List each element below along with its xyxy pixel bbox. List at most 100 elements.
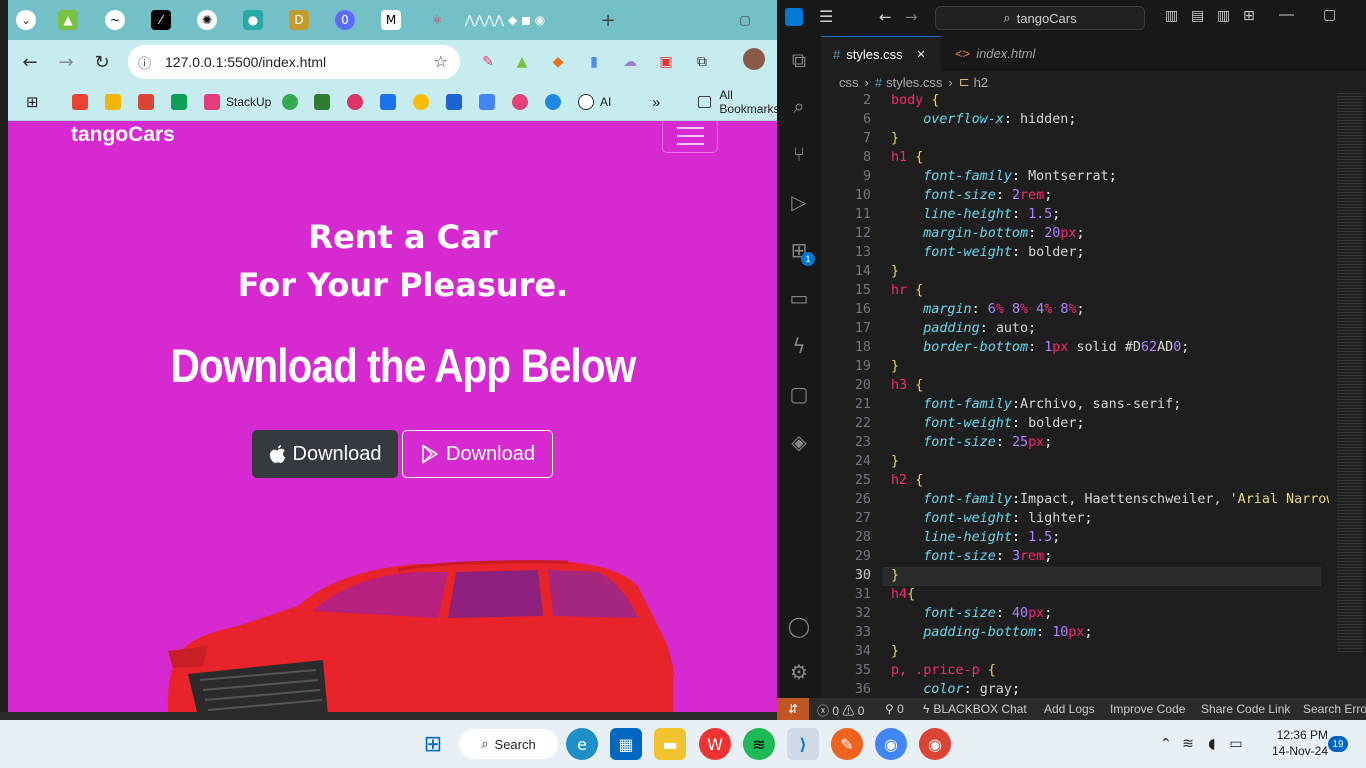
code-line[interactable]: line-height: 1.5; bbox=[891, 207, 1060, 222]
tab-index-html[interactable]: <> index.html bbox=[943, 36, 1067, 71]
code-editor[interactable]: 2 body {6 overflow-x: hidden; 7} 8 h1 {9 fon… bbox=[821, 93, 1335, 698]
file-explorer-icon[interactable]: ▬ bbox=[654, 728, 686, 760]
bookmark-ai[interactable]: AI bbox=[578, 92, 611, 112]
code-line[interactable]: } bbox=[891, 359, 899, 374]
code-line[interactable]: font-family: Montserrat; bbox=[891, 169, 1117, 184]
minimize-icon[interactable]: — bbox=[1279, 6, 1294, 23]
run-debug-icon[interactable]: ▷ bbox=[787, 190, 811, 214]
extension-icon-5[interactable]: ☁ bbox=[616, 48, 644, 76]
code-line[interactable]: } bbox=[891, 568, 899, 583]
accounts-icon[interactable]: ◯ bbox=[787, 614, 811, 638]
code-line[interactable]: } bbox=[891, 264, 899, 279]
code-line[interactable]: font-family:Impact, Haettenschweiler, 'A… bbox=[891, 492, 1334, 507]
layout-icon[interactable]: ⊞ bbox=[1243, 8, 1255, 24]
site-brand[interactable]: tangoCars bbox=[71, 123, 175, 147]
site-info-icon[interactable]: ⓘ bbox=[138, 53, 151, 72]
tab-chatgpt-icon[interactable]: ✺ bbox=[197, 10, 217, 30]
code-line[interactable]: overflow-x: hidden; bbox=[891, 112, 1076, 127]
reload-button[interactable]: ↻ bbox=[88, 48, 116, 76]
remote-indicator-icon[interactable]: ⇵ bbox=[777, 698, 809, 720]
code-line[interactable]: font-size: 40px; bbox=[891, 606, 1052, 621]
bookmark-9[interactable] bbox=[380, 92, 402, 112]
extension-icon-2[interactable]: ▲ bbox=[508, 48, 536, 76]
bookmark-2[interactable] bbox=[105, 92, 127, 112]
code-line[interactable]: h1 { bbox=[891, 150, 923, 165]
breadcrumb-file[interactable]: styles.css bbox=[886, 75, 942, 90]
clock[interactable]: 12:36 PM 14-Nov-24 bbox=[1258, 727, 1328, 759]
blackbox-icon[interactable]: ϟ bbox=[787, 334, 811, 358]
close-tab-icon[interactable]: × bbox=[917, 46, 926, 63]
forward-button[interactable]: → bbox=[52, 48, 80, 76]
improve-code-item[interactable]: Improve Code bbox=[1110, 702, 1185, 716]
tab-styles-css[interactable]: # styles.css × bbox=[821, 36, 941, 71]
docker-icon[interactable]: ◈ bbox=[787, 430, 811, 454]
tab-favicon-7[interactable]: 0 bbox=[335, 10, 355, 30]
tab-favicon-5[interactable]: ● bbox=[243, 10, 263, 30]
code-line[interactable]: h2 { bbox=[891, 473, 923, 488]
metamask-icon[interactable]: ◆ bbox=[544, 48, 572, 76]
address-bar[interactable]: ⓘ 127.0.0.1:5500/index.html ☆ bbox=[128, 45, 460, 79]
navbar-toggle-button[interactable] bbox=[662, 121, 718, 153]
minimap[interactable] bbox=[1329, 93, 1366, 698]
toggle-sidebar-icon[interactable]: ▥ bbox=[1165, 8, 1178, 24]
code-line[interactable]: h4{ bbox=[891, 587, 915, 602]
code-line[interactable]: font-size: 3rem; bbox=[891, 549, 1052, 564]
blackbox-chat-item[interactable]: ϟ BLACKBOX Chat bbox=[923, 702, 1027, 716]
bookmark-gmail[interactable] bbox=[72, 92, 94, 112]
code-line[interactable]: padding-bottom: 10px; bbox=[891, 625, 1092, 640]
tab-favicon-2[interactable]: ~ bbox=[105, 10, 125, 30]
battery-icon[interactable]: ▭ bbox=[1224, 728, 1248, 760]
chrome-icon[interactable]: ◉ bbox=[875, 728, 907, 760]
play-download-button[interactable]: Download bbox=[402, 430, 553, 478]
postman-icon[interactable]: ✎ bbox=[831, 728, 863, 760]
tab-favicon-group[interactable]: ⋀⋀⋀⋀ ◆ ◼ ◉ bbox=[460, 10, 550, 30]
bookmark-7[interactable] bbox=[314, 92, 336, 112]
settings-gear-icon[interactable]: ⚙ bbox=[787, 660, 811, 684]
code-line[interactable]: } bbox=[891, 131, 899, 146]
extension-icon-6[interactable]: ▣ bbox=[652, 48, 680, 76]
volume-icon[interactable]: ◖ bbox=[1200, 728, 1224, 760]
apps-grid-icon[interactable]: ⊞ bbox=[26, 92, 39, 112]
extensions-puzzle-icon[interactable]: ⧉ bbox=[688, 48, 716, 76]
share-code-link-item[interactable]: Share Code Link bbox=[1201, 702, 1290, 716]
bookmark-star-icon[interactable]: ☆ bbox=[434, 52, 448, 71]
nav-back-icon[interactable]: ← bbox=[879, 8, 892, 26]
toggle-panel-icon[interactable]: ▤ bbox=[1191, 8, 1204, 24]
chrome-profile-icon[interactable]: ◉ bbox=[919, 728, 951, 760]
tab-react-icon[interactable]: ⚛ bbox=[427, 10, 447, 30]
spotify-icon[interactable]: ≋ bbox=[743, 728, 775, 760]
new-tab-button[interactable]: + bbox=[598, 10, 618, 31]
code-line[interactable]: } bbox=[891, 454, 899, 469]
bookmark-stackup[interactable]: StackUp bbox=[204, 92, 271, 112]
all-bookmarks-folder[interactable]: All Bookmarks bbox=[698, 88, 777, 116]
extension-icon-1[interactable]: ✎ bbox=[474, 48, 502, 76]
nav-forward-icon[interactable]: → bbox=[905, 8, 918, 26]
bookmark-flag[interactable] bbox=[446, 92, 468, 112]
bookmark-6[interactable] bbox=[282, 92, 304, 112]
vscode-taskbar-icon[interactable]: ⟩ bbox=[787, 728, 819, 760]
explorer-icon[interactable]: ⧉ bbox=[787, 48, 811, 72]
menu-icon[interactable]: ☰ bbox=[819, 7, 833, 26]
code-line[interactable]: font-weight: bolder; bbox=[891, 245, 1084, 260]
bookmark-chrome[interactable] bbox=[413, 92, 435, 112]
bookmark-13[interactable] bbox=[512, 92, 534, 112]
source-control-icon[interactable]: ⑂ bbox=[787, 142, 811, 166]
code-line[interactable]: color: gray; bbox=[891, 682, 1020, 697]
edge-icon[interactable]: e bbox=[566, 728, 598, 760]
toggle-secondary-icon[interactable]: ▥ bbox=[1217, 8, 1230, 24]
wps-icon[interactable]: W bbox=[699, 728, 731, 760]
code-line[interactable]: p, .price-p { bbox=[891, 663, 996, 678]
maximize-icon[interactable]: ▢ bbox=[735, 10, 755, 30]
code-line[interactable]: line-height: 1.5; bbox=[891, 530, 1060, 545]
tab-favicon-1[interactable]: ▲ bbox=[58, 10, 78, 30]
start-windows-icon[interactable]: ⊞ bbox=[417, 728, 449, 760]
bookmark-docs[interactable] bbox=[479, 92, 501, 112]
code-line[interactable]: hr { bbox=[891, 283, 923, 298]
breadcrumb-folder[interactable]: css bbox=[839, 75, 859, 90]
code-line[interactable]: } bbox=[891, 644, 899, 659]
profile-avatar[interactable] bbox=[743, 48, 765, 70]
add-logs-item[interactable]: Add Logs bbox=[1044, 702, 1095, 716]
notification-badge[interactable]: 19 bbox=[1328, 736, 1348, 752]
code-line[interactable]: border-bottom: 1px solid #D62AD0; bbox=[891, 340, 1189, 355]
bookmark-3[interactable] bbox=[138, 92, 160, 112]
